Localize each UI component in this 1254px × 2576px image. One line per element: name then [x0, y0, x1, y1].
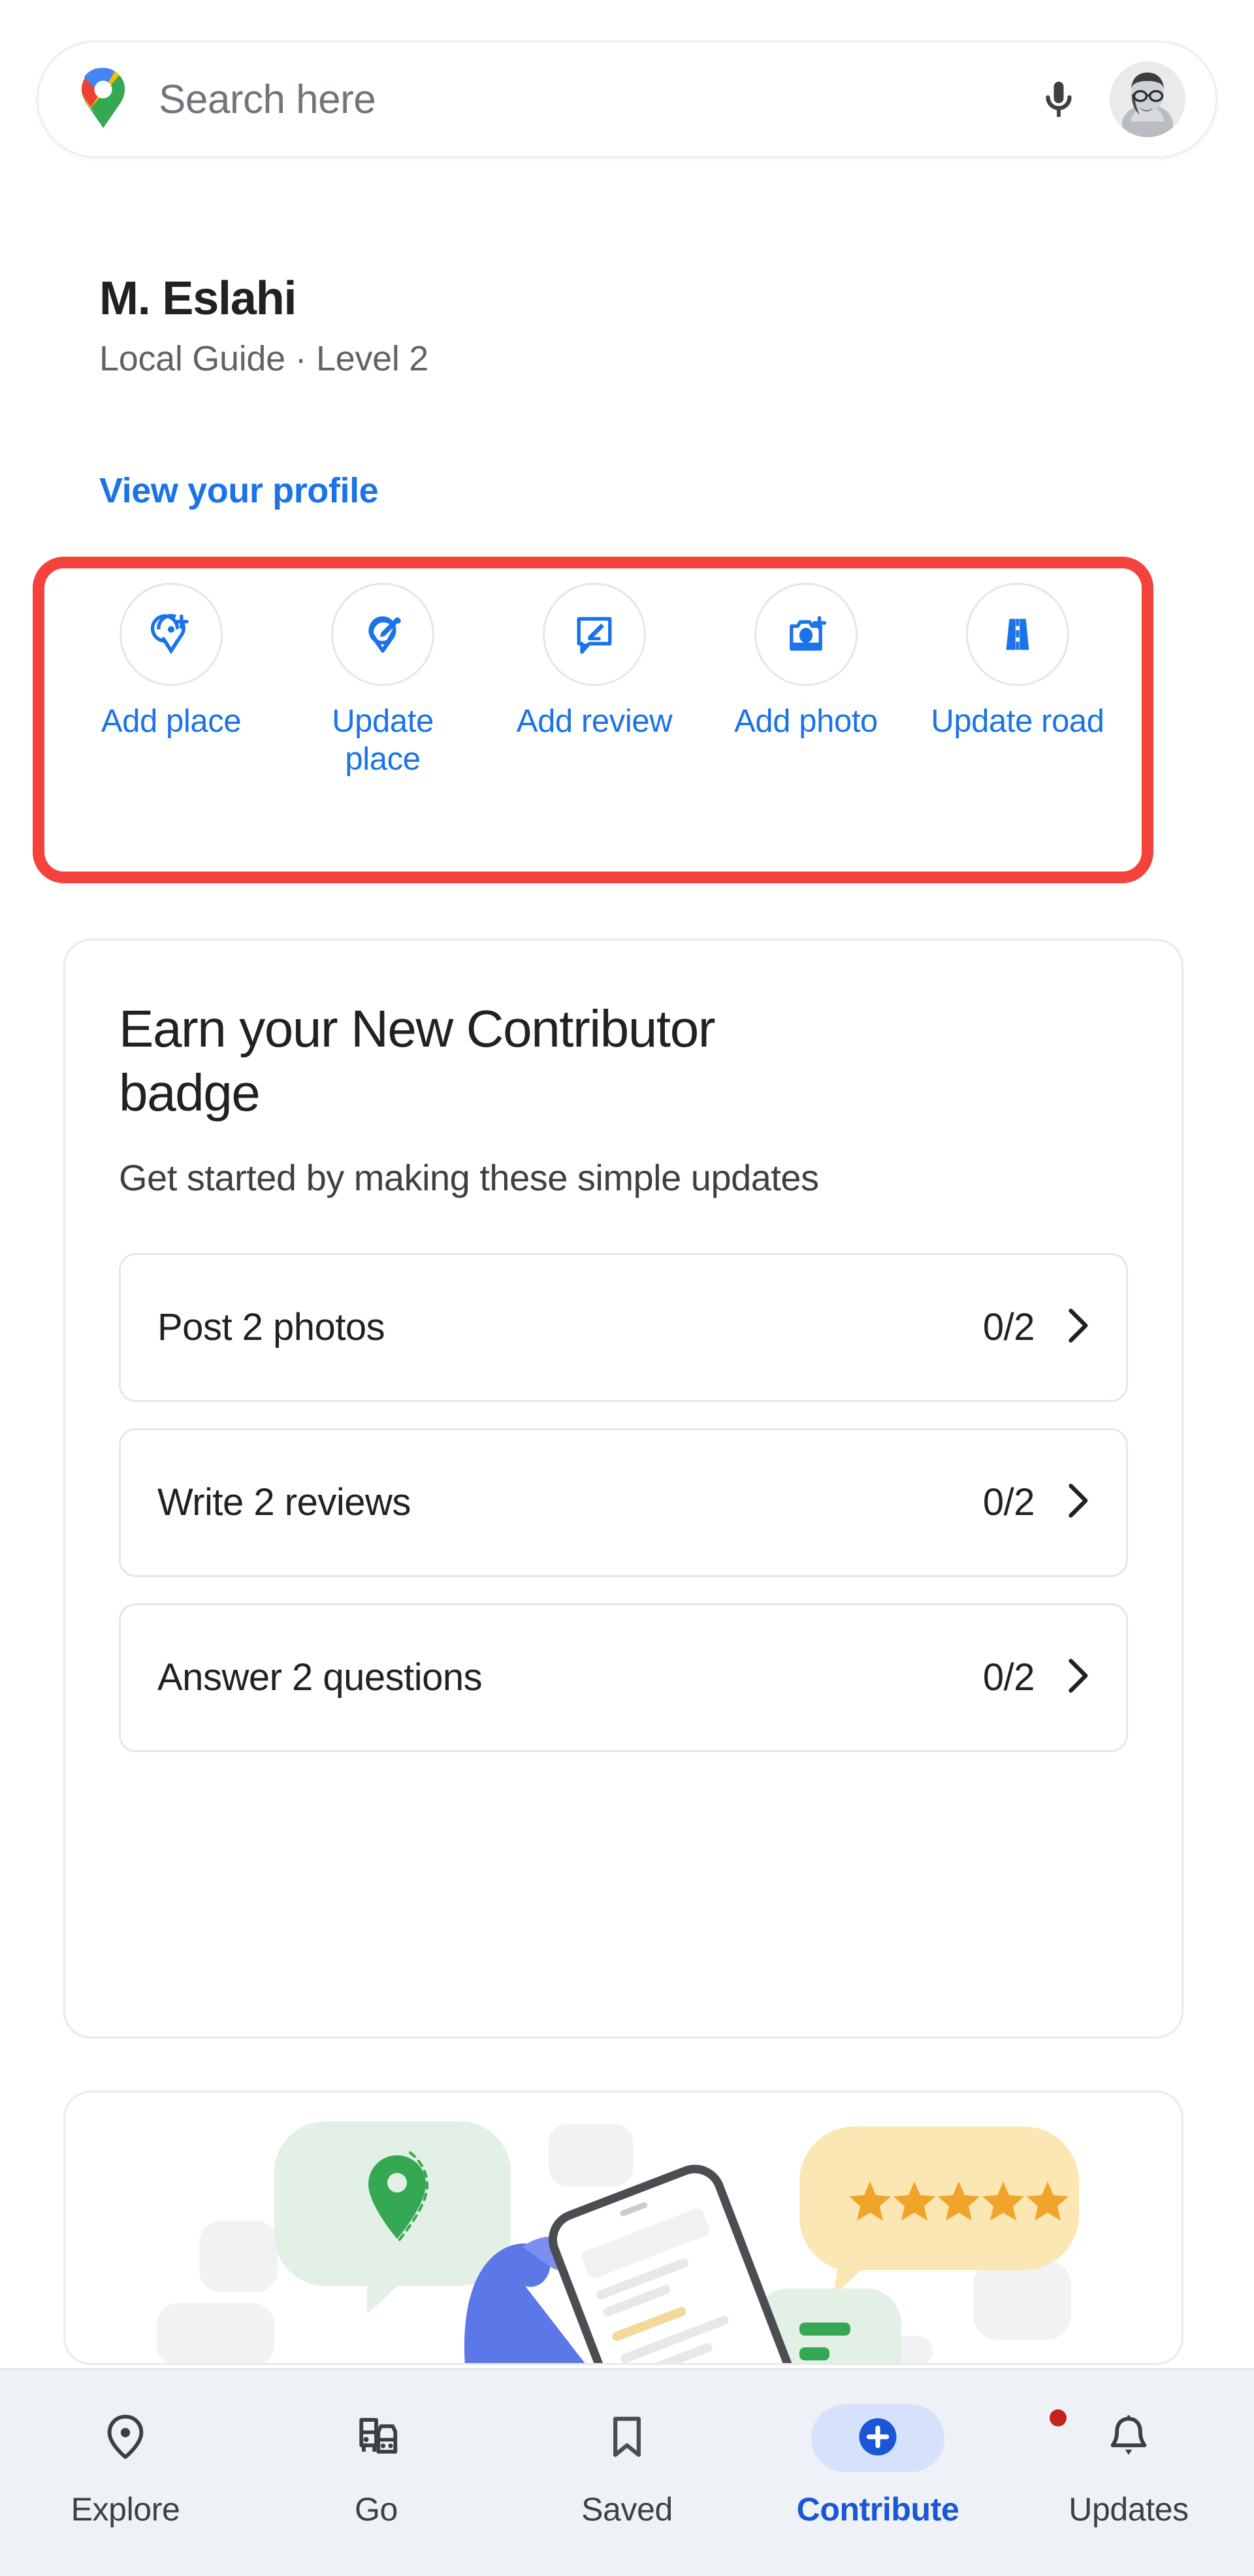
task-progress: 0/2: [982, 1481, 1035, 1524]
microphone-icon[interactable]: [1027, 68, 1090, 131]
badge-card-subtitle: Get started by making these simple updat…: [119, 1157, 819, 1199]
task-progress: 0/2: [982, 1306, 1035, 1349]
google-maps-contribute-screen: Search here M. Eslahi Local Guide · Leve…: [0, 0, 1254, 2576]
quick-actions-carousel[interactable]: Add place Update place Add review Add ph…: [0, 547, 1254, 913]
avatar[interactable]: [1110, 61, 1185, 137]
quick-action-add-place[interactable]: Add place: [65, 583, 277, 741]
badge-card-title: Earn your New Contributor badge: [119, 1000, 715, 1122]
commute-icon: [351, 2411, 402, 2466]
nav-item-saved[interactable]: Saved: [502, 2404, 752, 2528]
contribute-illustration-card[interactable]: [63, 2091, 1183, 2365]
bottom-navigation: Explore Go Saved Contribute Updates: [0, 2368, 1254, 2576]
nav-label: Go: [355, 2491, 398, 2528]
google-maps-pin-icon: [78, 67, 129, 133]
table-row[interactable]: Post 2 photos 0/2: [119, 1252, 1128, 1402]
quick-action-label: Update road: [931, 704, 1104, 739]
status-badge: [1050, 2409, 1067, 2426]
quick-action-label: Add review: [516, 704, 673, 739]
quick-action-update-road[interactable]: Update road: [912, 583, 1123, 741]
profile-name: M. Eslahi: [99, 272, 297, 325]
bookmark-icon: [602, 2411, 652, 2466]
profile-block: M. Eslahi Local Guide · Level 2: [99, 274, 752, 379]
nav-item-contribute[interactable]: Contribute: [752, 2404, 1003, 2528]
nav-label: Explore: [71, 2491, 180, 2528]
quick-actions-row: Add place Update place Add review Add ph…: [65, 583, 1123, 779]
nav-item-go[interactable]: Go: [251, 2404, 502, 2528]
map-pin-icon: [100, 2411, 151, 2466]
quick-action-label: Add photo: [734, 704, 878, 739]
task-progress: 0/2: [982, 1656, 1035, 1699]
new-contributor-badge-card: Earn your New Contributor badge Get star…: [63, 939, 1183, 2038]
plus-circle-icon: [854, 2413, 901, 2464]
contribute-illustration: [157, 2121, 1079, 2363]
search-bar[interactable]: Search here: [37, 41, 1217, 158]
nav-item-explore[interactable]: Explore: [0, 2404, 251, 2528]
search-input[interactable]: Search here: [159, 76, 1027, 123]
quick-action-label: Update place: [332, 704, 434, 777]
table-row[interactable]: Answer 2 questions 0/2: [119, 1603, 1128, 1752]
add-place-pin-icon: [120, 583, 223, 686]
badge-task-list: Post 2 photos 0/2 Write 2 reviews 0/2 An…: [119, 1252, 1128, 1752]
nav-item-updates[interactable]: Updates: [1003, 2404, 1254, 2528]
quick-action-update-place[interactable]: Update place: [277, 583, 489, 779]
chevron-right-icon: [1063, 1307, 1092, 1347]
add-review-icon: [543, 583, 646, 686]
profile-level: Local Guide · Level 2: [99, 338, 429, 378]
chevron-right-icon: [1063, 1482, 1092, 1522]
quick-action-add-review[interactable]: Add review: [489, 583, 700, 741]
nav-label: Updates: [1069, 2491, 1189, 2528]
task-label: Write 2 reviews: [157, 1481, 411, 1524]
update-road-icon: [966, 583, 1069, 686]
nav-active-pill: [811, 2404, 944, 2472]
task-label: Answer 2 questions: [157, 1656, 483, 1699]
bell-icon: [1103, 2411, 1154, 2466]
chevron-right-icon: [1063, 1657, 1092, 1697]
nav-label: Contribute: [796, 2491, 959, 2528]
nav-label: Saved: [581, 2491, 673, 2528]
quick-action-label: Add place: [101, 704, 242, 739]
table-row[interactable]: Write 2 reviews 0/2: [119, 1427, 1128, 1577]
quick-action-add-photo[interactable]: Add photo: [700, 583, 912, 741]
task-label: Post 2 photos: [157, 1306, 385, 1349]
add-photo-camera-icon: [754, 583, 858, 686]
view-your-profile-link[interactable]: View your profile: [99, 470, 379, 511]
edit-place-pin-icon: [331, 583, 434, 686]
